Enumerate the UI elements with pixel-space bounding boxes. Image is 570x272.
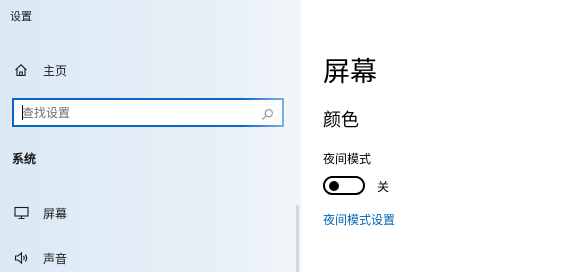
sidebar: 设置 主页 系统 屏幕: [0, 0, 301, 272]
sidebar-scrollbar[interactable]: [296, 205, 299, 272]
app-title: 设置: [10, 10, 32, 23]
search-input[interactable]: [22, 104, 252, 121]
nav-item-sound[interactable]: 声音: [0, 243, 290, 272]
nav-item-home-label: 主页: [43, 63, 68, 78]
nav-item-display-label: 屏幕: [43, 206, 68, 221]
night-light-settings-link[interactable]: 夜间模式设置: [323, 211, 395, 228]
search-icon[interactable]: [261, 106, 274, 120]
page-title: 屏幕: [323, 57, 377, 88]
monitor-icon: [12, 204, 30, 222]
toggle-knob: [329, 181, 339, 191]
section-heading-color: 颜色: [323, 110, 359, 131]
nav-item-home[interactable]: 主页: [0, 55, 290, 85]
search-box[interactable]: [12, 98, 284, 127]
speaker-icon: [12, 249, 30, 267]
main-content: 屏幕 颜色 夜间模式 关 夜间模式设置: [301, 0, 570, 272]
night-light-label: 夜间模式: [323, 152, 372, 166]
night-light-toggle-state: 关: [377, 180, 390, 194]
home-icon: [12, 61, 30, 79]
nav-item-display[interactable]: 屏幕: [0, 198, 290, 228]
nav-item-sound-label: 声音: [43, 251, 68, 266]
night-light-toggle[interactable]: [323, 176, 365, 195]
section-heading-system: 系统: [12, 152, 37, 166]
